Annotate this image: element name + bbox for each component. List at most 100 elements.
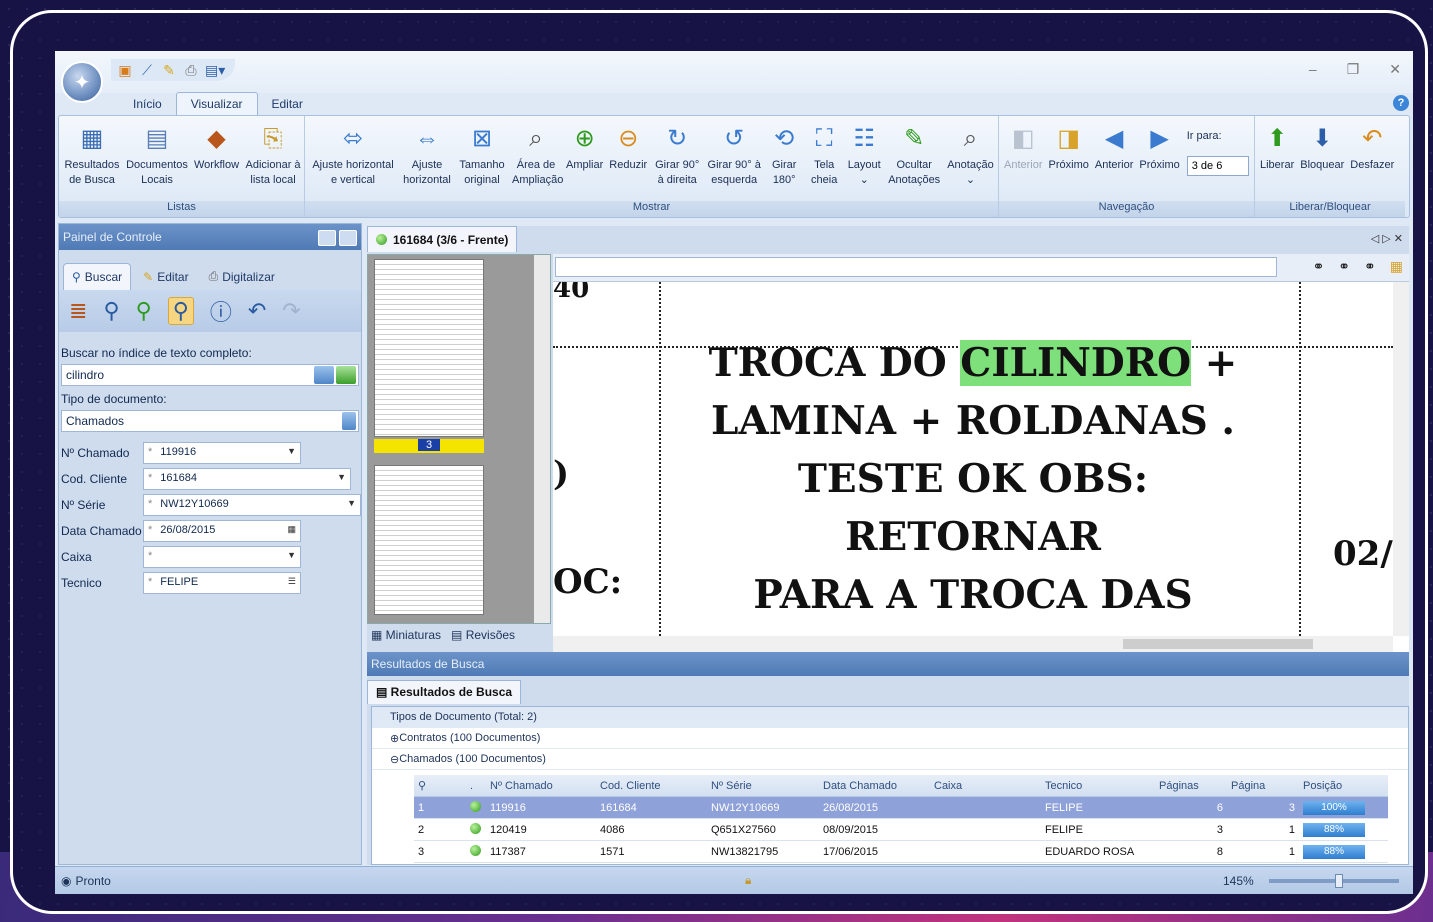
search-info-icon[interactable]: ⓘ	[210, 295, 232, 327]
search-form: Buscar no índice de texto completo: cili…	[59, 332, 361, 596]
table-icon: ▤	[376, 685, 391, 699]
zoom-area-icon: ⌕	[529, 124, 543, 152]
tab-inicio[interactable]: Início	[119, 93, 176, 115]
divider	[659, 282, 661, 636]
search-active-icon[interactable]: ⚲	[167, 297, 194, 325]
search-next-icon[interactable]: ⚲	[136, 298, 152, 324]
title-bar: ▣ ⟋ ✎ ⎙ ▤▾ – ❐ ✕	[55, 51, 1413, 93]
datachamado-input[interactable]: 26/08/2015▦	[143, 520, 301, 542]
side-text: 02/(	[1333, 534, 1393, 574]
tab-revisoes[interactable]: ▤ Revisões	[451, 628, 515, 644]
minimize-button[interactable]: –	[1309, 61, 1317, 78]
tab-editar[interactable]: Editar	[258, 93, 317, 115]
ir-para-input[interactable]	[1186, 156, 1249, 176]
table-row[interactable]: 1 119916 161684 NW12Y10669 26/08/2015 FELIPE…	[414, 797, 1388, 819]
list-icon[interactable]: ☰	[288, 576, 296, 587]
collapse-icon[interactable]: ⊖	[390, 753, 399, 766]
thumbnail-page-2[interactable]	[374, 259, 484, 437]
side-text: OC:	[553, 562, 623, 602]
viewer-hscroll[interactable]	[553, 636, 1393, 652]
pencil-icon: ✎	[143, 270, 154, 284]
thumbnail-scrollbar[interactable]	[534, 255, 550, 623]
search-icon[interactable]: ⚲	[103, 298, 119, 324]
field-codcliente: Cod. Cliente161684▼	[61, 466, 361, 492]
codcliente-input[interactable]: 161684▼	[143, 468, 351, 490]
list-search-icon[interactable]: ≣	[69, 298, 87, 324]
add-files-icon: ⎘	[263, 124, 283, 152]
doc-type-select[interactable]: Chamados	[61, 410, 359, 432]
panel-close-button[interactable]	[339, 230, 357, 246]
side-text: )	[553, 454, 570, 494]
group-row[interactable]: ⊖ Chamados (100 Documentos)	[372, 749, 1408, 770]
search-input-value: cilindro	[66, 368, 105, 382]
undo-icon[interactable]: ↶	[248, 298, 266, 324]
save-icon[interactable]: ▣	[117, 62, 133, 79]
document-tab[interactable]: 161684 (3/6 - Frente)	[367, 226, 518, 252]
tab-visualizar[interactable]: Visualizar	[175, 92, 258, 115]
doc-tab-nav[interactable]: ◁ ▷ ✕	[1371, 232, 1403, 245]
find-next-icon[interactable]: ⚭	[1364, 258, 1376, 275]
box-icon: ◆	[207, 124, 226, 152]
pin-icon[interactable]: ⟋	[139, 62, 155, 79]
redo-icon[interactable]: ↷	[282, 298, 300, 324]
table-row[interactable]: 3 117387 1571 NW13821795 17/06/2015 EDUARDO …	[414, 841, 1388, 863]
table-row[interactable]: 2 120419 4086 Q651X27560 08/09/2015 FELIPE 3 1…	[414, 819, 1388, 841]
zoom-slider[interactable]	[1269, 874, 1399, 888]
tecnico-input[interactable]: FELIPE☰	[143, 572, 301, 594]
results-tab[interactable]: ▤ Resultados de Busca	[367, 680, 522, 704]
group-summary: Tipos de Documento (Total: 2)	[372, 707, 1408, 728]
calendar-icon[interactable]: ▦	[287, 524, 296, 535]
group-label-mostrar: Mostrar	[305, 201, 998, 217]
search-go-button[interactable]	[314, 366, 334, 384]
window-controls: – ❐ ✕	[1309, 61, 1401, 78]
field-nchamado: Nº Chamado119916▼	[61, 440, 361, 466]
lock-icon: ⬇	[1312, 124, 1333, 152]
search-input[interactable]: cilindro	[61, 364, 359, 386]
page-prev-icon: ◀	[1104, 124, 1124, 152]
chevron-down-icon: ▼	[287, 550, 296, 560]
doc-type-label: Tipo de documento:	[61, 392, 167, 406]
field-caixa: Caixa▼	[61, 544, 361, 570]
position-bar: 88%	[1303, 822, 1365, 837]
thumbnail-tabs: ▦ Miniaturas ▤ Revisões	[367, 624, 551, 648]
caixa-input[interactable]: ▼	[143, 546, 301, 568]
highlight-icon[interactable]: ▦	[1390, 258, 1403, 275]
field-nserie: Nº SérieNW12Y10669▼	[61, 492, 361, 518]
tab-miniaturas[interactable]: ▦ Miniaturas	[371, 628, 441, 644]
pencil-icon[interactable]: ✎	[161, 62, 177, 79]
nchamado-input[interactable]: 119916▼	[143, 442, 301, 464]
window-menu-icon[interactable]: ▤▾	[205, 62, 225, 79]
layout-icon: ☷	[853, 124, 875, 152]
restore-button[interactable]: ❐	[1347, 61, 1360, 78]
expand-icon[interactable]: ⊕	[390, 732, 399, 745]
nserie-input[interactable]: NW12Y10669▼	[143, 494, 361, 516]
zoom-value: 145%	[1223, 873, 1254, 888]
tab-digitalizar[interactable]: ⎙ Digitalizar	[201, 263, 283, 290]
search-add-button[interactable]	[336, 366, 356, 384]
panel-pin-button[interactable]	[318, 230, 336, 246]
control-panel-header: Painel de Controle	[59, 224, 361, 250]
ribbon: ▦ Resultados de Busca ▤ Documentos Locais …	[58, 115, 1410, 218]
status-dot-icon	[470, 844, 481, 856]
find-icon[interactable]: ⚭	[1313, 258, 1325, 275]
group-row[interactable]: ⊕ Contratos (100 Documentos)	[372, 728, 1408, 749]
app-menu-button[interactable]: ✦	[61, 61, 103, 103]
scanner-icon[interactable]: ⎙	[183, 62, 199, 79]
side-text: 40	[553, 282, 590, 304]
viewer-vscroll[interactable]	[1393, 282, 1409, 636]
document-page: 40 ) OC: 02/( TROCA DO CILINDRO + LAMINA…	[553, 282, 1393, 636]
search-toolbar: ≣ ⚲ ⚲ ⚲ ⓘ ↶ ↷	[59, 290, 361, 332]
thumbnail-page-3[interactable]	[374, 465, 484, 615]
viewer-search-input[interactable]	[555, 257, 1277, 277]
help-icon[interactable]: ?	[1393, 95, 1409, 111]
tab-buscar[interactable]: ⚲ Buscar	[63, 263, 132, 290]
close-button[interactable]: ✕	[1389, 61, 1401, 78]
find-prev-icon[interactable]: ⚭	[1338, 258, 1350, 275]
status-text: Pronto	[75, 873, 111, 888]
viewer-search-buttons: ⚭ ⚭ ⚭ ▦	[1313, 258, 1403, 275]
control-panel-title: Painel de Controle	[63, 230, 162, 244]
tab-editar-panel[interactable]: ✎ Editar	[135, 264, 196, 290]
page-next-icon: ▶	[1150, 124, 1169, 152]
document-area: 161684 (3/6 - Frente) ◁ ▷ ✕ 3 ▦ Miniatur…	[367, 226, 1409, 652]
fullscreen-icon: ⛶	[815, 124, 833, 152]
